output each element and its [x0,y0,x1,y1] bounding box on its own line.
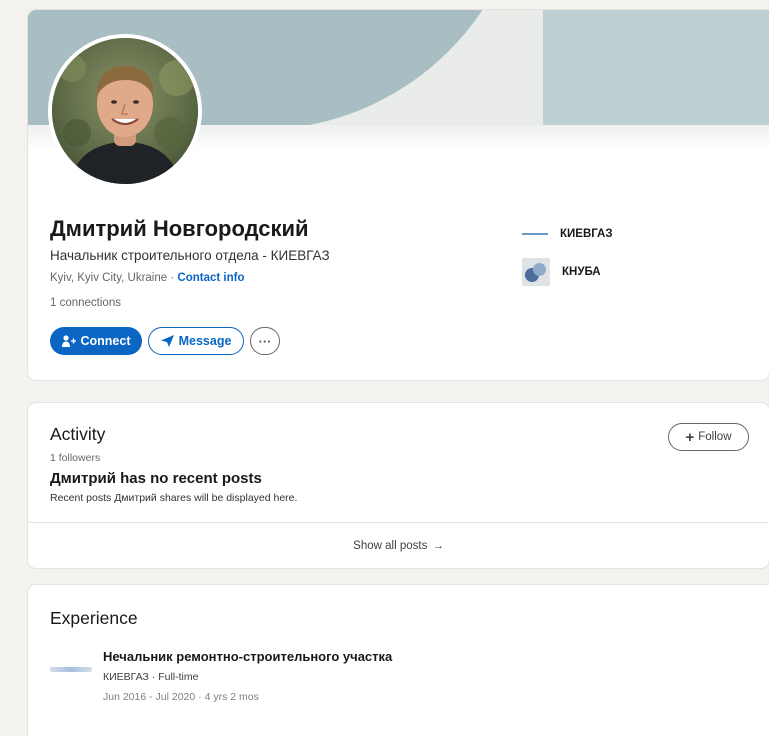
separator-dot: · [170,272,175,284]
line-logo-icon [522,220,548,248]
arrow-right-icon: → [432,539,444,552]
profile-headline: Начальник строительного отдела - КИЕВГАЗ [50,248,330,263]
no-posts-title: Дмитрий has no recent posts [50,470,262,487]
add-person-icon [61,335,76,347]
followers-count: 1 followers [50,452,101,464]
connect-button[interactable]: Connect [50,327,142,355]
activity-card: Activity 1 followers + Follow Дмитрий ha… [28,403,769,568]
plus-icon: + [685,428,695,446]
connections-count: 1 connections [50,297,121,309]
company-name: КНУБА [562,266,601,278]
profile-photo[interactable] [48,34,202,188]
more-actions-button[interactable]: ··· [250,327,280,355]
follow-label: Follow [698,431,732,443]
circles-logo-icon [522,258,550,286]
profile-location: Kyiv, Kyiv City, Ukraine [50,272,168,284]
more-icon: ··· [258,333,272,349]
company-name: КИЕВГАЗ [560,228,613,240]
profile-photo-image [52,38,198,184]
experience-company: КИЕВГАЗ · Full-time [103,671,199,683]
follow-button[interactable]: + Follow [668,423,749,451]
connect-label: Connect [80,334,131,348]
experience-card: Experience Нечальник ремонтно-строительн… [28,585,769,736]
no-posts-subtitle: Recent posts Дмитрий shares will be disp… [50,492,298,504]
experience-job-title[interactable]: Нечальник ремонтно-строительного участка [103,649,392,664]
send-icon [160,335,174,347]
message-button[interactable]: Message [148,327,244,355]
profile-card: Дмитрий Новгородский Начальник строитель… [28,10,769,380]
show-all-label: Show all posts [353,539,428,552]
company-item-knuba[interactable]: КНУБА [522,258,601,286]
banner-band [543,10,769,125]
contact-info-link[interactable]: Contact info [177,272,244,284]
profile-location-line: Kyiv, Kyiv City, Ukraine · Contact info [50,272,244,284]
experience-dates: Jun 2016 - Jul 2020 · 4 yrs 2 mos [103,691,259,703]
activity-title: Activity [50,424,106,444]
company-item-kievgaz[interactable]: КИЕВГАЗ [522,220,613,248]
show-all-posts-link[interactable]: Show all posts → [28,523,769,568]
message-label: Message [178,334,232,348]
experience-title: Experience [50,608,138,628]
profile-name: Дмитрий Новгородский [50,216,309,241]
company-logo-icon[interactable] [50,662,92,676]
